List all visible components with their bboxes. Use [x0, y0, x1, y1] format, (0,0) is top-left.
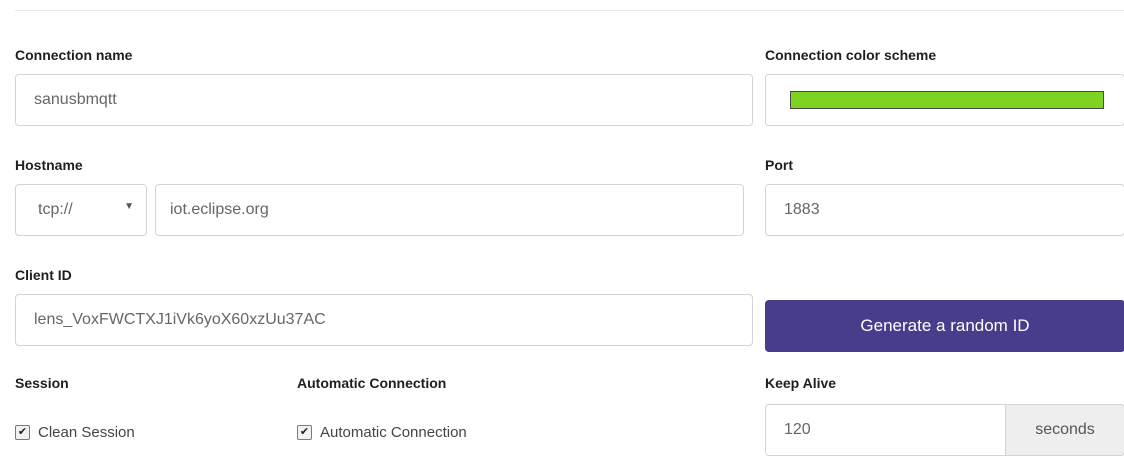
automatic-connection-checkbox[interactable]: ✔: [297, 425, 312, 440]
session-label: Session: [15, 375, 69, 391]
clean-session-option[interactable]: ✔ Clean Session: [15, 424, 135, 441]
hostname-input[interactable]: iot.eclipse.org: [155, 184, 744, 236]
client-id-label: Client ID: [15, 267, 72, 283]
caret-down-icon: ▼: [124, 201, 134, 212]
port-value: 1883: [784, 201, 820, 218]
hostname-label: Hostname: [15, 157, 83, 173]
protocol-select[interactable]: tcp:// ▼: [15, 184, 147, 236]
protocol-value: tcp://: [38, 201, 73, 218]
client-id-value: lens_VoxFWCTXJ1iVk6yoX60xzUu37AC: [34, 311, 326, 328]
port-input[interactable]: 1883: [765, 184, 1124, 236]
keep-alive-label: Keep Alive: [765, 375, 837, 391]
clean-session-checkbox[interactable]: ✔: [15, 425, 30, 440]
hostname-value: iot.eclipse.org: [170, 201, 269, 218]
client-id-input[interactable]: lens_VoxFWCTXJ1iVk6yoX60xzUu37AC: [15, 294, 753, 346]
top-divider: [15, 10, 1124, 11]
clean-session-label: Clean Session: [38, 424, 135, 441]
checkmark-icon: ✔: [299, 426, 310, 438]
keep-alive-input[interactable]: 120: [765, 404, 1006, 456]
color-scheme-picker[interactable]: [765, 74, 1124, 126]
keep-alive-value: 120: [784, 421, 811, 438]
automatic-connection-option[interactable]: ✔ Automatic Connection: [297, 424, 467, 441]
color-swatch: [790, 91, 1104, 109]
checkmark-icon: ✔: [17, 426, 28, 438]
connection-name-label: Connection name: [15, 47, 133, 63]
automatic-connection-option-label: Automatic Connection: [320, 424, 467, 441]
connection-name-input[interactable]: sanusbmqtt: [15, 74, 753, 126]
connection-name-value: sanusbmqtt: [34, 91, 117, 108]
generate-random-id-button[interactable]: Generate a random ID: [765, 300, 1124, 352]
color-scheme-label: Connection color scheme: [765, 47, 937, 63]
port-label: Port: [765, 157, 793, 173]
keep-alive-unit: seconds: [1005, 404, 1124, 456]
automatic-connection-label: Automatic Connection: [297, 375, 447, 391]
